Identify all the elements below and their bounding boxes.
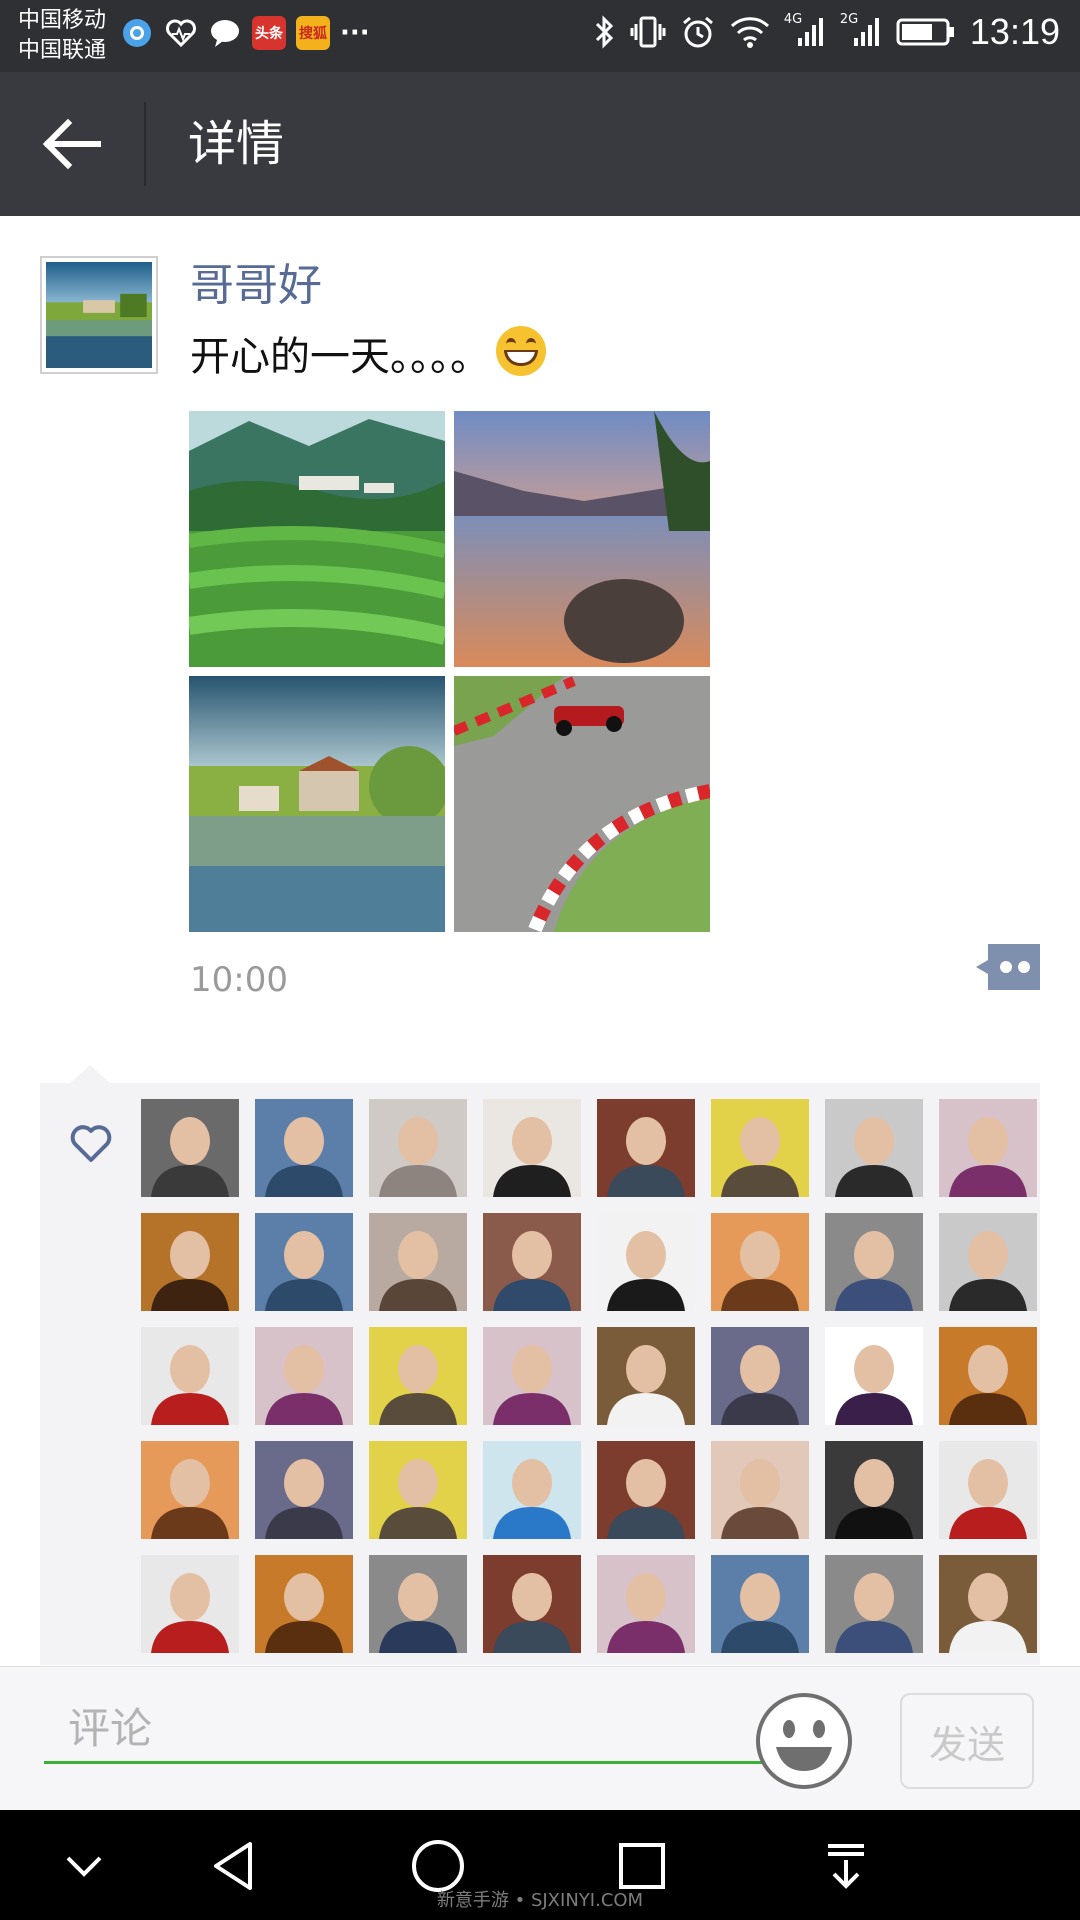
liked-user-avatar[interactable] — [825, 1441, 923, 1539]
liked-user-avatar[interactable] — [141, 1213, 239, 1311]
liked-user-avatar[interactable] — [597, 1099, 695, 1197]
network-1-label: 4G — [783, 12, 803, 27]
liked-user-avatar[interactable] — [825, 1099, 923, 1197]
liked-user-avatar[interactable] — [369, 1441, 467, 1539]
watermark: 新意手游 • SJXINYI.COM — [436, 1890, 644, 1911]
photo-grid — [189, 411, 711, 933]
liked-user-avatar[interactable] — [711, 1441, 809, 1539]
photo-mountain-lake-sunset[interactable] — [454, 411, 710, 667]
signal-4g-icon: 4G — [784, 12, 826, 52]
photo-lakeside-village[interactable] — [189, 676, 445, 932]
liked-user-avatar[interactable] — [483, 1213, 581, 1311]
bluetooth-icon — [594, 12, 616, 52]
post-text-content: 开心的一天。。。。 — [190, 334, 490, 380]
author-name[interactable]: 哥哥好 — [190, 258, 322, 314]
toutiao-icon: 头条 — [252, 16, 286, 50]
liked-user-avatar[interactable] — [255, 1441, 353, 1539]
browser-icon — [120, 16, 154, 50]
vibrate-icon — [630, 12, 666, 52]
liked-user-avatar[interactable] — [369, 1213, 467, 1311]
smiley-icon — [756, 1693, 852, 1789]
carrier-1: 中国移动 — [18, 8, 107, 33]
liked-user-avatar[interactable] — [939, 1327, 1037, 1425]
comment-input[interactable] — [44, 1695, 774, 1764]
title-bar: 详情 — [0, 72, 1080, 216]
liked-user-avatar[interactable] — [255, 1099, 353, 1197]
liked-user-avatar[interactable] — [141, 1099, 239, 1197]
status-bar: 中国移动 中国联通 头条 搜狐 ··· 4G 2G 13:19 — [0, 0, 1080, 72]
liked-user-avatar[interactable] — [483, 1555, 581, 1653]
comment-menu-button[interactable] — [976, 944, 1040, 990]
liked-user-avatar[interactable] — [597, 1327, 695, 1425]
liked-user-avatar[interactable] — [141, 1441, 239, 1539]
liked-user-avatar[interactable] — [939, 1441, 1037, 1539]
more-icon: ··· — [340, 18, 370, 48]
heart-icon — [70, 1125, 112, 1163]
post-time: 10:00 — [190, 960, 288, 1000]
alarm-icon — [680, 12, 716, 52]
title-divider — [144, 102, 146, 186]
likes-pointer — [70, 1065, 110, 1083]
grinning-face-icon — [496, 326, 546, 376]
liked-user-avatar[interactable] — [939, 1099, 1037, 1197]
emoji-button[interactable] — [754, 1691, 854, 1791]
wifi-icon — [730, 12, 770, 52]
liked-user-avatar[interactable] — [483, 1099, 581, 1197]
liked-user-avatar[interactable] — [141, 1555, 239, 1653]
liked-user-avatar[interactable] — [255, 1555, 353, 1653]
liked-user-avatar[interactable] — [825, 1555, 923, 1653]
liked-user-avatar[interactable] — [711, 1099, 809, 1197]
liked-user-avatar[interactable] — [483, 1327, 581, 1425]
liked-user-avatar[interactable] — [369, 1555, 467, 1653]
arrow-left-icon — [42, 118, 101, 170]
avatar-landscape-image — [46, 262, 152, 368]
liked-user-avatar[interactable] — [369, 1327, 467, 1425]
notification-icons: 头条 搜狐 ··· — [120, 16, 370, 50]
health-icon — [164, 16, 198, 50]
photo-tea-plantation[interactable] — [189, 411, 445, 667]
liked-user-avatar[interactable] — [483, 1441, 581, 1539]
signal-2g-icon: 2G — [840, 12, 882, 52]
chat-icon — [208, 16, 242, 50]
carrier-2: 中国联通 — [18, 38, 107, 63]
liked-user-avatar[interactable] — [597, 1555, 695, 1653]
liked-user-avatar[interactable] — [825, 1213, 923, 1311]
liked-user-avatar[interactable] — [711, 1213, 809, 1311]
page-title: 详情 — [188, 116, 285, 172]
liked-users-grid — [141, 1099, 1037, 1653]
post-text: 开心的一天。。。。 — [190, 326, 546, 385]
sougou-icon: 搜狐 — [296, 16, 330, 50]
liked-user-avatar[interactable] — [255, 1213, 353, 1311]
liked-user-avatar[interactable] — [597, 1441, 695, 1539]
comment-bar: 发送 — [0, 1666, 1080, 1811]
liked-user-avatar[interactable] — [711, 1327, 809, 1425]
liked-user-avatar[interactable] — [141, 1327, 239, 1425]
carrier-names: 中国移动 中国联通 — [18, 6, 106, 66]
liked-user-avatar[interactable] — [369, 1099, 467, 1197]
send-button[interactable]: 发送 — [900, 1693, 1034, 1789]
back-button[interactable] — [40, 114, 104, 174]
battery-icon — [896, 12, 956, 52]
liked-user-avatar[interactable] — [939, 1213, 1037, 1311]
photo-race-car-track[interactable] — [454, 676, 710, 932]
liked-user-avatar[interactable] — [597, 1213, 695, 1311]
comment-dots-icon — [976, 944, 1040, 990]
liked-user-avatar[interactable] — [825, 1327, 923, 1425]
status-indicators: 4G 2G 13:19 — [594, 11, 1060, 52]
author-avatar[interactable] — [40, 256, 158, 374]
liked-user-avatar[interactable] — [255, 1327, 353, 1425]
network-2-label: 2G — [839, 12, 859, 27]
liked-user-avatar[interactable] — [711, 1555, 809, 1653]
liked-user-avatar[interactable] — [939, 1555, 1037, 1653]
clock: 13:19 — [969, 11, 1060, 52]
